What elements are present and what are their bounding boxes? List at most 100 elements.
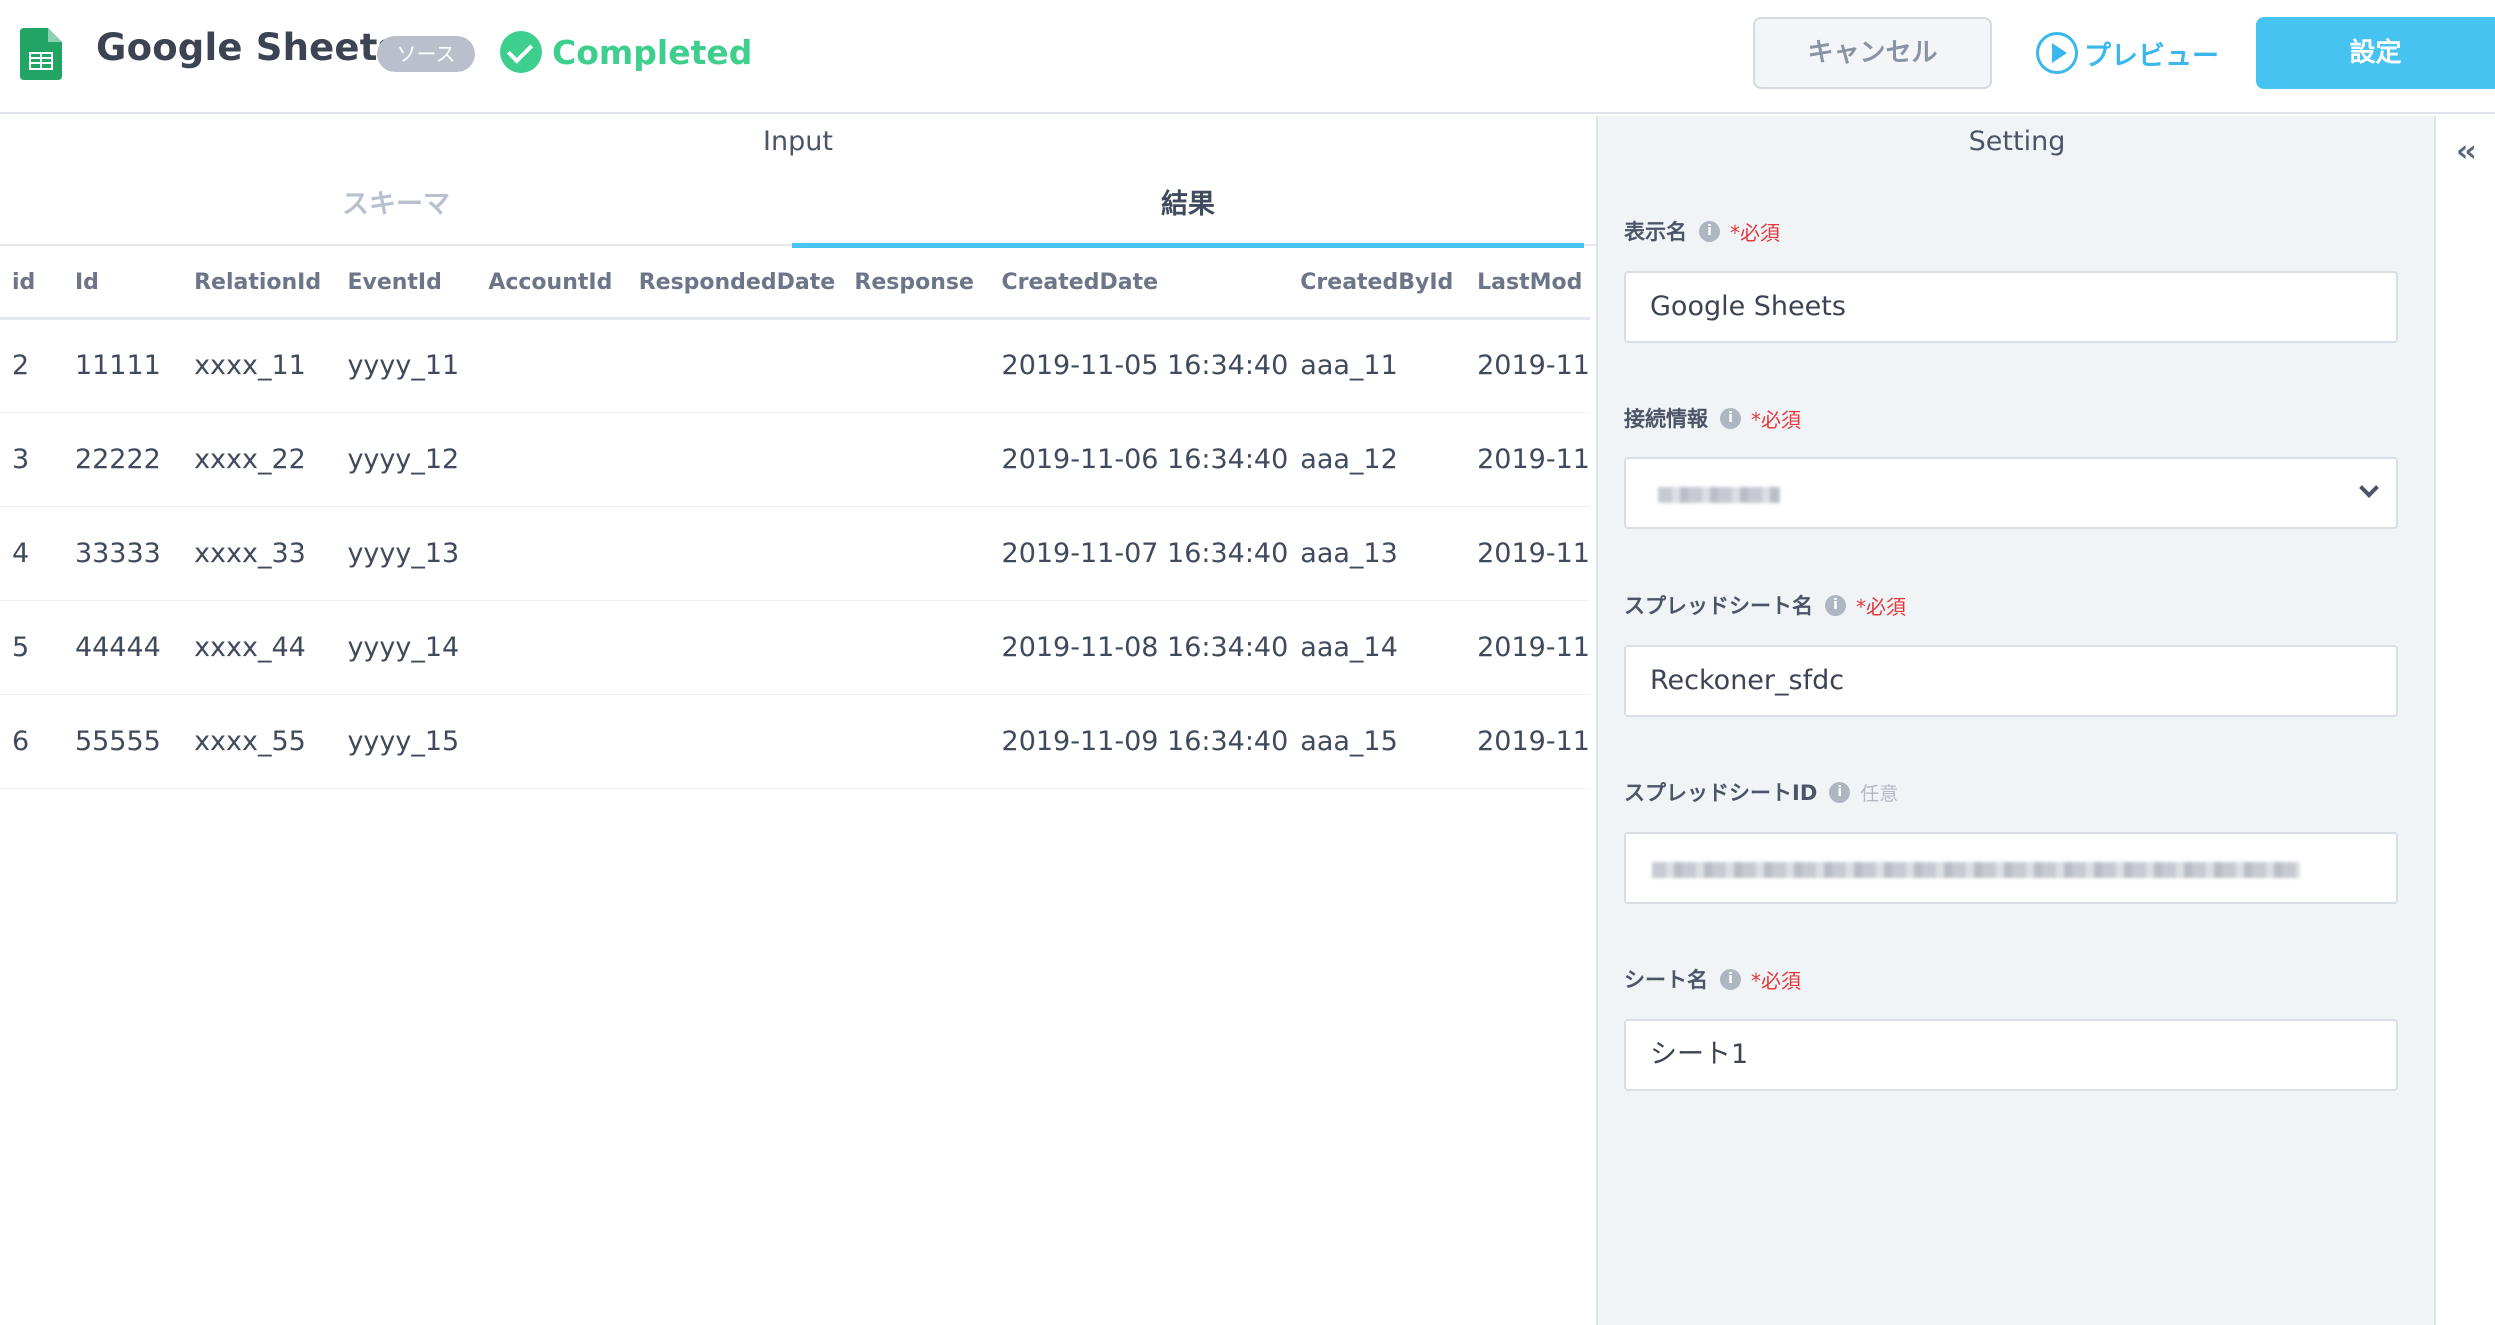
cancel-button[interactable]: キャンセル <box>1753 17 1992 89</box>
table-cell <box>842 318 990 413</box>
table-cell: 2019-11-05 16:34:40 <box>989 318 1289 413</box>
info-icon[interactable]: i <box>1720 407 1741 429</box>
table-cell <box>626 412 843 507</box>
info-icon[interactable]: i <box>1829 781 1851 803</box>
required-tag: *必須 <box>1856 594 1906 619</box>
spreadsheet-name-label: スプレッドシート名 i *必須 <box>1624 590 1906 620</box>
column-header[interactable]: CreatedById <box>1288 248 1466 320</box>
input-tabs: スキーマ 結果 <box>0 182 1596 248</box>
settings-button[interactable]: 設定 <box>2256 17 2495 89</box>
table-cell: aaa_15 <box>1288 694 1466 789</box>
spreadsheet-name-field[interactable]: Reckoner_sfdc <box>1624 645 2398 717</box>
table-cell <box>626 600 843 695</box>
header-bar: Google Sheets ソース Completed キャンセル プレビュー … <box>0 0 2495 114</box>
table-cell: 2 <box>0 318 63 413</box>
table-cell: 2019-11 <box>1465 412 1590 507</box>
required-tag: *必須 <box>1751 407 1801 432</box>
connection-label: 接続情報 i *必須 <box>1624 403 1801 433</box>
sheet-name-label: シート名 i *必須 <box>1624 964 1801 994</box>
display-name-field[interactable]: Google Sheets <box>1624 271 2398 343</box>
result-table-container[interactable]: id Id RelationId EventId AccountId Respo… <box>0 248 1590 908</box>
field-label-text: 接続情報 <box>1624 407 1708 431</box>
table-cell: xxxx_33 <box>182 506 336 601</box>
column-header[interactable]: EventId <box>335 248 477 320</box>
table-cell: 2019-11-06 16:34:40 <box>989 412 1289 507</box>
table-cell: 2019-11-07 16:34:40 <box>989 506 1289 601</box>
column-header[interactable]: RelationId <box>182 248 336 320</box>
preview-button[interactable]: プレビュー <box>2036 28 2219 78</box>
optional-tag: 任意 <box>1860 782 1899 805</box>
table-cell <box>842 506 990 601</box>
table-cell: 2019-11-08 16:34:40 <box>989 600 1289 695</box>
connection-select[interactable] <box>1624 457 2398 529</box>
table-cell <box>476 318 627 413</box>
field-label-text: スプレッドシート名 <box>1624 594 1813 618</box>
redacted-value <box>1652 862 2300 878</box>
table-cell <box>626 318 843 413</box>
column-header[interactable]: CreatedDate <box>989 248 1289 320</box>
column-header[interactable]: id <box>0 248 63 320</box>
table-cell: yyyy_15 <box>335 694 477 789</box>
table-header-row: id Id RelationId EventId AccountId Respo… <box>0 248 1590 320</box>
table-cell: yyyy_12 <box>335 412 477 507</box>
table-cell <box>476 506 627 601</box>
field-label-text: シート名 <box>1624 968 1708 992</box>
column-header[interactable]: LastMod <box>1465 248 1590 320</box>
table-cell: xxxx_44 <box>182 600 336 695</box>
table-cell: 2019-11 <box>1465 506 1590 601</box>
table-cell: 2019-11 <box>1465 318 1590 413</box>
table-cell: 2019-11 <box>1465 600 1590 695</box>
table-cell: 11111 <box>62 318 183 413</box>
table-cell <box>842 412 990 507</box>
sheet-name-field[interactable]: シート1 <box>1624 1019 2398 1091</box>
table-row: 3 22222 xxxx_22 yyyy_12 2019-11-06 16:34… <box>0 412 1590 507</box>
info-icon[interactable]: i <box>1720 968 1741 990</box>
table-cell <box>476 694 627 789</box>
column-header[interactable]: Id <box>62 248 183 320</box>
table-cell <box>626 506 843 601</box>
table-cell <box>476 412 627 507</box>
app-title: Google Sheets <box>96 26 400 69</box>
table-cell: aaa_12 <box>1288 412 1466 507</box>
table-cell: yyyy_13 <box>335 506 477 601</box>
spreadsheet-id-field[interactable] <box>1624 832 2398 904</box>
table-cell: 6 <box>0 694 63 789</box>
table-cell: 2019-11 <box>1465 694 1590 789</box>
field-label-text: スプレッドシートID <box>1624 781 1818 805</box>
status-label: Completed <box>552 32 753 72</box>
table-cell: xxxx_11 <box>182 318 336 413</box>
redacted-value <box>1658 487 1780 503</box>
table-row: 5 44444 xxxx_44 yyyy_14 2019-11-08 16:34… <box>0 600 1590 695</box>
table-cell: aaa_11 <box>1288 318 1466 413</box>
field-label-text: 表示名 <box>1624 220 1687 244</box>
play-circle-icon <box>2036 32 2078 74</box>
column-header[interactable]: Response <box>842 248 990 320</box>
preview-label: プレビュー <box>2084 40 2219 72</box>
input-panel: Input スキーマ 結果 id Id RelationId EventId A… <box>0 116 1596 1325</box>
table-cell: yyyy_14 <box>335 600 477 695</box>
column-header[interactable]: AccountId <box>476 248 627 320</box>
info-icon[interactable]: i <box>1699 220 1720 242</box>
table-cell: 2019-11-09 16:34:40 <box>989 694 1289 789</box>
check-circle-icon <box>500 31 542 73</box>
result-table: id Id RelationId EventId AccountId Respo… <box>0 248 1590 789</box>
input-panel-title: Input <box>763 126 833 157</box>
info-icon[interactable]: i <box>1825 594 1846 616</box>
table-cell <box>842 694 990 789</box>
table-cell <box>626 694 843 789</box>
source-badge: ソース <box>377 36 475 72</box>
sidebar-collapse-strip: ‹‹ <box>2434 116 2495 1325</box>
table-cell: 33333 <box>62 506 183 601</box>
required-tag: *必須 <box>1751 968 1801 993</box>
table-cell: 3 <box>0 412 63 507</box>
status-indicator: Completed <box>500 30 752 74</box>
table-cell: 44444 <box>62 600 183 695</box>
table-row: 2 11111 xxxx_11 yyyy_11 2019-11-05 16:34… <box>0 318 1590 413</box>
tab-schema[interactable]: スキーマ <box>0 182 792 246</box>
setting-panel-title: Setting <box>1968 126 2066 157</box>
column-header[interactable]: RespondedDate <box>626 248 843 320</box>
double-chevron-left-icon[interactable]: ‹‹ <box>2456 134 2477 169</box>
tab-result[interactable]: 結果 <box>792 182 1584 248</box>
spreadsheet-id-label: スプレッドシートID i 任意 <box>1624 777 1898 807</box>
table-cell <box>476 600 627 695</box>
